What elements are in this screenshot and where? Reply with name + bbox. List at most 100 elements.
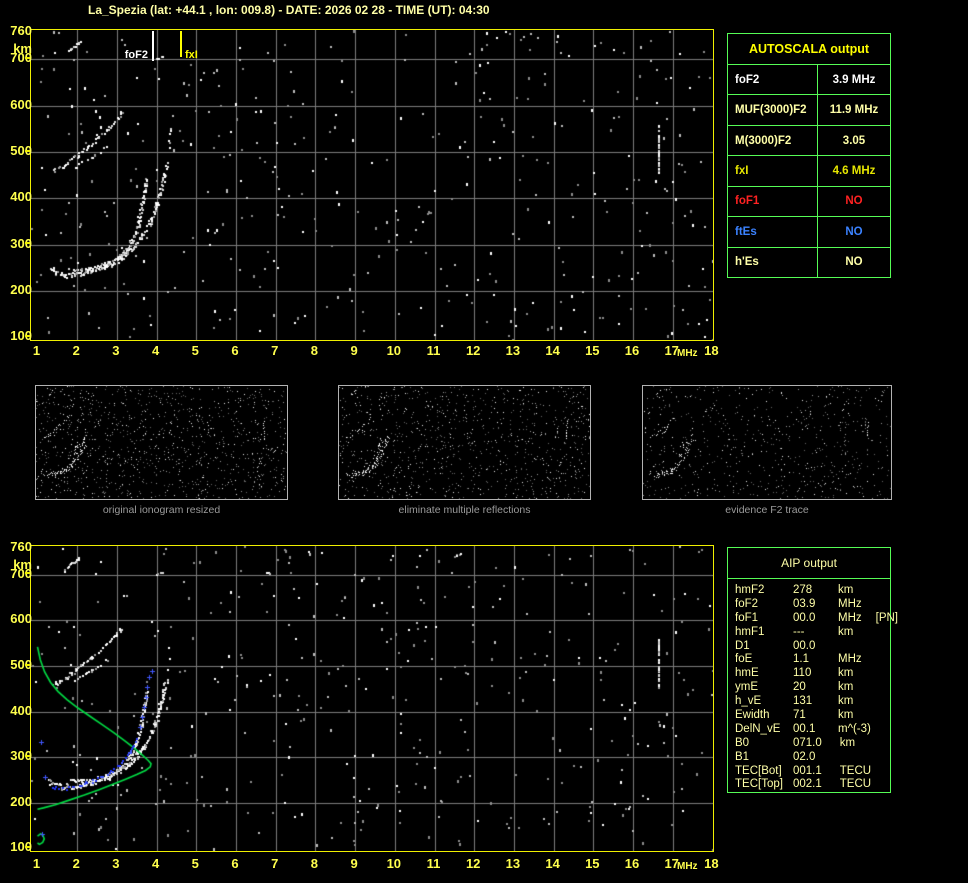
autoscala-row-fof2: foF23.9 MHz — [728, 65, 890, 95]
aip-param-label: foF1 — [735, 612, 793, 626]
x-axis-label-bottom: 8 — [297, 856, 331, 871]
aip-param-value: 131 — [793, 695, 820, 709]
aip-row-tectop: TEC[Top]002.1 TECU — [735, 778, 890, 792]
aip-row-b1: B102.0 — [735, 751, 890, 765]
x-axis-label-bottom: 9 — [337, 856, 371, 871]
x-axis-label-bottom: 11 — [417, 856, 451, 871]
aip-param-value: 001.1 — [793, 765, 822, 779]
aip-param-value: 00.0 — [793, 612, 820, 626]
aip-param-note: [PN] — [876, 612, 898, 626]
mini-panel-original — [35, 385, 288, 500]
aip-table-rows: hmF2278kmfoF203.9MHzfoF100.0MHz[PN]hmF1-… — [728, 579, 890, 792]
aip-param-unit: km — [838, 626, 853, 640]
x-axis-label-top: 14 — [536, 343, 570, 358]
aip-param-unit: m^(-3) — [838, 723, 871, 737]
x-axis-label-bottom: 1 — [20, 856, 54, 871]
mini-panel-evidence — [642, 385, 892, 500]
x-axis-label-top: 10 — [377, 343, 411, 358]
x-axis-unit-bottom: MHz — [677, 861, 698, 872]
x-axis-label-top: 1 — [20, 343, 54, 358]
aip-param-unit: km — [838, 667, 853, 681]
ionogram-canvas-bottom — [31, 546, 713, 851]
aip-row-hme: hmE110km — [735, 667, 890, 681]
autoscala-param-value: NO — [818, 217, 890, 246]
y-axis-tick-bottom — [25, 572, 30, 574]
x-axis-label-bottom: 7 — [258, 856, 292, 871]
aip-param-unit: km — [838, 681, 853, 695]
y-axis-tick-bottom — [25, 755, 30, 757]
aip-param-unit: TECU — [840, 778, 871, 792]
y-axis-tick-top — [25, 335, 30, 337]
x-axis-label-bottom: 14 — [536, 856, 570, 871]
x-axis-label-top: 3 — [99, 343, 133, 358]
aip-param-unit: TECU — [840, 765, 871, 779]
x-axis-label-top: 8 — [297, 343, 331, 358]
x-axis-label-top: 5 — [178, 343, 212, 358]
x-axis-label-top: 12 — [456, 343, 490, 358]
y-axis-label-bottom: 200 — [0, 794, 32, 809]
autoscala-param-value: 4.6 MHz — [818, 156, 890, 185]
aip-param-unit: km — [840, 737, 855, 751]
aip-param-value: 278 — [793, 584, 820, 598]
y-axis-label-bottom: 760 — [0, 539, 32, 554]
ionogram-panel-bottom — [30, 545, 714, 852]
station-date-header: La_Spezia (lat: +44.1 , lon: 009.8) - DA… — [88, 3, 490, 17]
x-axis-label-bottom: 18 — [694, 856, 728, 871]
x-axis-label-top: 2 — [59, 343, 93, 358]
aip-row-d1: D100.0 — [735, 640, 890, 654]
aip-param-label: h_vE — [735, 695, 793, 709]
y-axis-label-top: 200 — [0, 282, 32, 297]
aip-param-label: Ewidth — [735, 709, 793, 723]
autoscala-param-value: 11.9 MHz — [818, 95, 890, 124]
x-axis-label-top: 4 — [139, 343, 173, 358]
autoscala-table-title: AUTOSCALA output — [728, 34, 890, 65]
caption-evidence-f2: evidence F2 trace — [642, 504, 892, 516]
x-axis-label-top: 11 — [417, 343, 451, 358]
autoscala-row-m3000f2: M(3000)F23.05 — [728, 126, 890, 156]
x-axis-label-top: 15 — [575, 343, 609, 358]
x-axis-label-top: 18 — [694, 343, 728, 358]
aip-param-value: 03.9 — [793, 598, 820, 612]
aip-param-value: 1.1 — [793, 653, 820, 667]
aip-param-value: 002.1 — [793, 778, 822, 792]
mini-panel-eliminate — [338, 385, 591, 500]
aip-param-value: 02.0 — [793, 751, 820, 765]
aip-param-label: B1 — [735, 751, 793, 765]
mini-canvas-evidence — [643, 386, 891, 499]
aip-param-value: 071.0 — [793, 737, 822, 751]
fof2-marker-line — [152, 31, 154, 61]
autoscala-row-muf3000f2: MUF(3000)F211.9 MHz — [728, 95, 890, 125]
x-axis-label-top: 7 — [258, 343, 292, 358]
y-axis-tick-top — [25, 57, 30, 59]
aip-row-hve: h_vE131 km — [735, 695, 890, 709]
aip-param-label: foE — [735, 653, 793, 667]
autoscala-param-value: NO — [818, 187, 890, 216]
aip-param-unit: MHz — [838, 612, 862, 626]
fxi-marker-line — [180, 31, 182, 57]
aip-param-unit: km — [838, 695, 853, 709]
aip-param-value: 20 — [793, 681, 820, 695]
x-axis-label-bottom: 2 — [59, 856, 93, 871]
aip-param-unit: km — [838, 584, 853, 598]
autoscala-row-ftes: ftEsNO — [728, 217, 890, 247]
autoscala-output-table: AUTOSCALA output foF23.9 MHzMUF(3000)F21… — [727, 33, 891, 278]
aip-param-unit: MHz — [838, 653, 862, 667]
aip-table-title: AIP output — [728, 548, 890, 579]
autoscala-param-label: foF1 — [728, 187, 818, 216]
aip-param-label: DelN_vE — [735, 723, 793, 737]
autoscala-param-value: NO — [818, 248, 890, 277]
aip-param-label: ymE — [735, 681, 793, 695]
aip-param-label: TEC[Top] — [735, 778, 793, 792]
aip-row-fof2: foF203.9MHz — [735, 598, 890, 612]
fxi-marker-label: fxI — [185, 49, 198, 61]
aip-param-label: hmF2 — [735, 584, 793, 598]
y-axis-label-top: 760 — [0, 23, 32, 38]
aip-row-hmf1: hmF1---km — [735, 626, 890, 640]
caption-eliminate-reflections: eliminate multiple reflections — [338, 504, 591, 516]
caption-original-ionogram: original ionogram resized — [35, 504, 288, 516]
aip-param-value: 00.0 — [793, 640, 820, 654]
x-axis-label-top: 13 — [496, 343, 530, 358]
mini-canvas-original — [36, 386, 287, 499]
x-axis-label-bottom: 4 — [139, 856, 173, 871]
x-axis-label-bottom: 16 — [615, 856, 649, 871]
